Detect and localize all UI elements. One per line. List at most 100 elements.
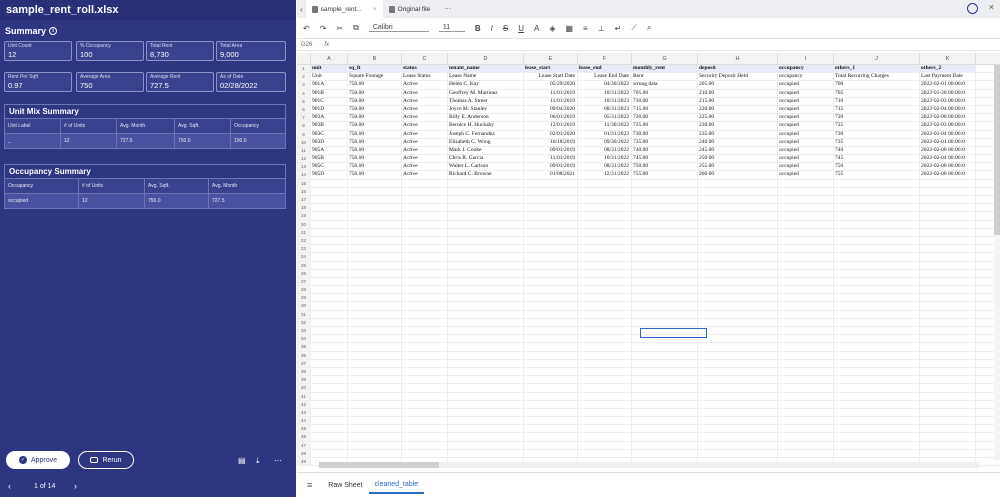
sheet-cell[interactable]: [524, 343, 578, 351]
sheet-cell[interactable]: 250.00: [698, 155, 778, 163]
sheet-cell[interactable]: 905D: [311, 171, 348, 179]
sheet-cell[interactable]: Last Payment Date: [920, 73, 976, 81]
sheet-cell[interactable]: [448, 253, 524, 261]
sheet-cell[interactable]: 755: [834, 171, 920, 179]
sheet-cell[interactable]: [632, 245, 698, 253]
sheet-cell[interactable]: 705.00: [632, 89, 698, 97]
sheet-cell[interactable]: Lease End Date: [578, 73, 632, 81]
wrap-icon[interactable]: ↵: [615, 24, 622, 33]
sheet-cell[interactable]: 725: [834, 122, 920, 130]
sheet-cell[interactable]: [311, 408, 348, 417]
row-number[interactable]: 47: [297, 441, 311, 449]
row-number[interactable]: 18: [297, 204, 311, 212]
sheet-cell[interactable]: [920, 425, 976, 433]
row-number[interactable]: 19: [297, 212, 311, 220]
sheet-cell[interactable]: [348, 351, 402, 359]
sheet-cell[interactable]: [632, 261, 698, 269]
sheet-cell[interactable]: [698, 212, 778, 220]
row-number[interactable]: 30: [297, 302, 311, 310]
sheet-cell[interactable]: [920, 196, 976, 204]
sheet-cell[interactable]: [920, 359, 976, 367]
sheet-cell[interactable]: [448, 179, 524, 187]
sheet-cell[interactable]: status: [402, 65, 448, 73]
sheet-cell[interactable]: 04/30/2022: [578, 81, 632, 89]
sheet-cell[interactable]: 903C: [311, 130, 348, 138]
sheet-cell[interactable]: [632, 204, 698, 212]
sheet-cell[interactable]: [834, 417, 920, 425]
sheet-cell[interactable]: [834, 376, 920, 384]
sheet-cell[interactable]: [348, 441, 402, 449]
sheet-cell[interactable]: [402, 253, 448, 261]
sheet-cell[interactable]: [311, 417, 348, 425]
sheet-cell[interactable]: [920, 433, 976, 441]
sheet-cell[interactable]: [834, 318, 920, 326]
sheet-cell[interactable]: [834, 392, 920, 400]
sheet-cell[interactable]: [920, 212, 976, 220]
sheet-cell[interactable]: 2022-01-04 00:00:0: [920, 130, 976, 138]
sheet-cell[interactable]: [448, 261, 524, 269]
copy-icon[interactable]: ⧉: [353, 23, 359, 33]
sheet-cell[interactable]: 720: [834, 114, 920, 122]
row-number[interactable]: 15: [297, 179, 311, 187]
sheet-cell[interactable]: [402, 343, 448, 351]
row-number[interactable]: 20: [297, 220, 311, 228]
sheet-cell[interactable]: Active: [402, 163, 448, 171]
row-number[interactable]: 24: [297, 253, 311, 261]
sheet-cell[interactable]: occupied: [778, 171, 834, 179]
sheet-cell[interactable]: [311, 277, 348, 286]
sheet-cell[interactable]: [632, 343, 698, 351]
row-number[interactable]: 42: [297, 400, 311, 408]
sheet-cell[interactable]: [632, 441, 698, 449]
sheet-cell[interactable]: [348, 400, 402, 408]
sheet-cell[interactable]: [778, 212, 834, 220]
row-number[interactable]: 29: [297, 294, 311, 302]
sheet-cell[interactable]: [698, 179, 778, 187]
sheet-cell[interactable]: [402, 204, 448, 212]
sheet-cell[interactable]: [578, 277, 632, 286]
sheet-cell[interactable]: [834, 425, 920, 433]
sheet-cell[interactable]: [834, 441, 920, 449]
scroll-thumb[interactable]: [319, 462, 439, 468]
sheet-cell[interactable]: 750.00: [348, 146, 402, 155]
sheet-cell[interactable]: [578, 294, 632, 302]
sheet-cell[interactable]: [834, 228, 920, 236]
sheet-cell[interactable]: [698, 449, 778, 457]
sheet-cell[interactable]: [834, 277, 920, 286]
sheet-cell[interactable]: [448, 367, 524, 376]
sheet-cell[interactable]: [524, 302, 578, 310]
sheet-cell[interactable]: [311, 236, 348, 245]
sheet-cell[interactable]: 210.00: [698, 89, 778, 97]
sheet-cell[interactable]: [698, 392, 778, 400]
sheet-cell[interactable]: [698, 228, 778, 236]
sheet-cell[interactable]: 720.00: [632, 114, 698, 122]
sheet-cell[interactable]: [578, 392, 632, 400]
sheet-cell[interactable]: 2022-02-08 00:00:0: [920, 171, 976, 179]
sheet-cell[interactable]: [834, 327, 920, 335]
sheet-cell[interactable]: [311, 384, 348, 392]
sheet-cell[interactable]: 255.00: [698, 163, 778, 171]
sheet-cell[interactable]: 235.00: [698, 130, 778, 138]
sheet-cell[interactable]: [348, 392, 402, 400]
sheet-cell[interactable]: [311, 359, 348, 367]
sheet-cell[interactable]: [834, 367, 920, 376]
sheet-cell[interactable]: [311, 343, 348, 351]
sheet-cell[interactable]: [311, 220, 348, 228]
row-number[interactable]: 28: [297, 286, 311, 294]
sheet-cell[interactable]: [778, 245, 834, 253]
sheet-cell[interactable]: [348, 318, 402, 326]
sheet-cell[interactable]: [778, 376, 834, 384]
sheet-cell[interactable]: others_1: [834, 65, 920, 73]
sheet-cell[interactable]: [578, 261, 632, 269]
sheet-cell[interactable]: [311, 449, 348, 457]
sheet-cell[interactable]: occupied: [778, 114, 834, 122]
sheet-cell[interactable]: [698, 417, 778, 425]
sheet-cell[interactable]: [632, 302, 698, 310]
sheet-cell[interactable]: 750.00: [632, 163, 698, 171]
sheet-cell[interactable]: [778, 302, 834, 310]
sheet-cell[interactable]: 901B: [311, 89, 348, 97]
sheet-grid[interactable]: A B C D E F G H I J K 1 unit sq_ft status tenant_name le…: [297, 53, 1000, 467]
sheet-cell[interactable]: 09/04/2020: [524, 105, 578, 114]
sheet-cell[interactable]: [448, 286, 524, 294]
sheet-cell[interactable]: [524, 449, 578, 457]
sheet-cell[interactable]: occupied: [778, 163, 834, 171]
